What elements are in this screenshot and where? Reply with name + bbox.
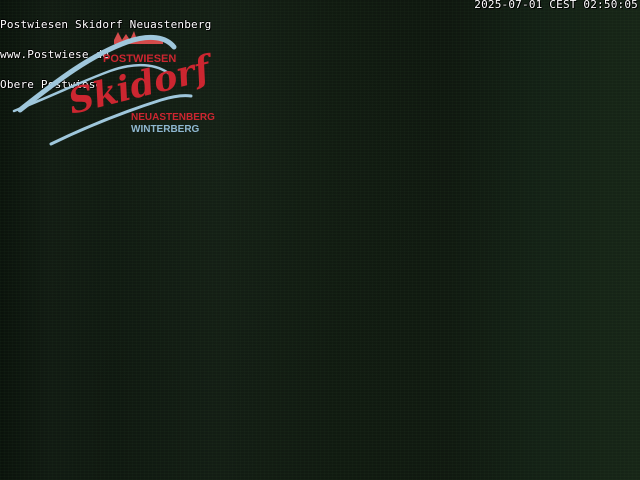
skidorf-logo-icon: POSTWIESEN Skidorf NEUASTENBERG WINTERBE… bbox=[12, 31, 216, 146]
webcam-frame: Postwiesen Skidorf Neuastenberg www.Post… bbox=[0, 0, 640, 480]
skidorf-logo: POSTWIESEN Skidorf NEUASTENBERG WINTERBE… bbox=[6, 22, 216, 147]
logo-subtitle-1: NEUASTENBERG bbox=[131, 112, 215, 123]
camera-timestamp: 2025-07-01 CEST 02:50:05 bbox=[474, 0, 638, 11]
logo-subtitle-2: WINTERBERG bbox=[131, 124, 200, 135]
